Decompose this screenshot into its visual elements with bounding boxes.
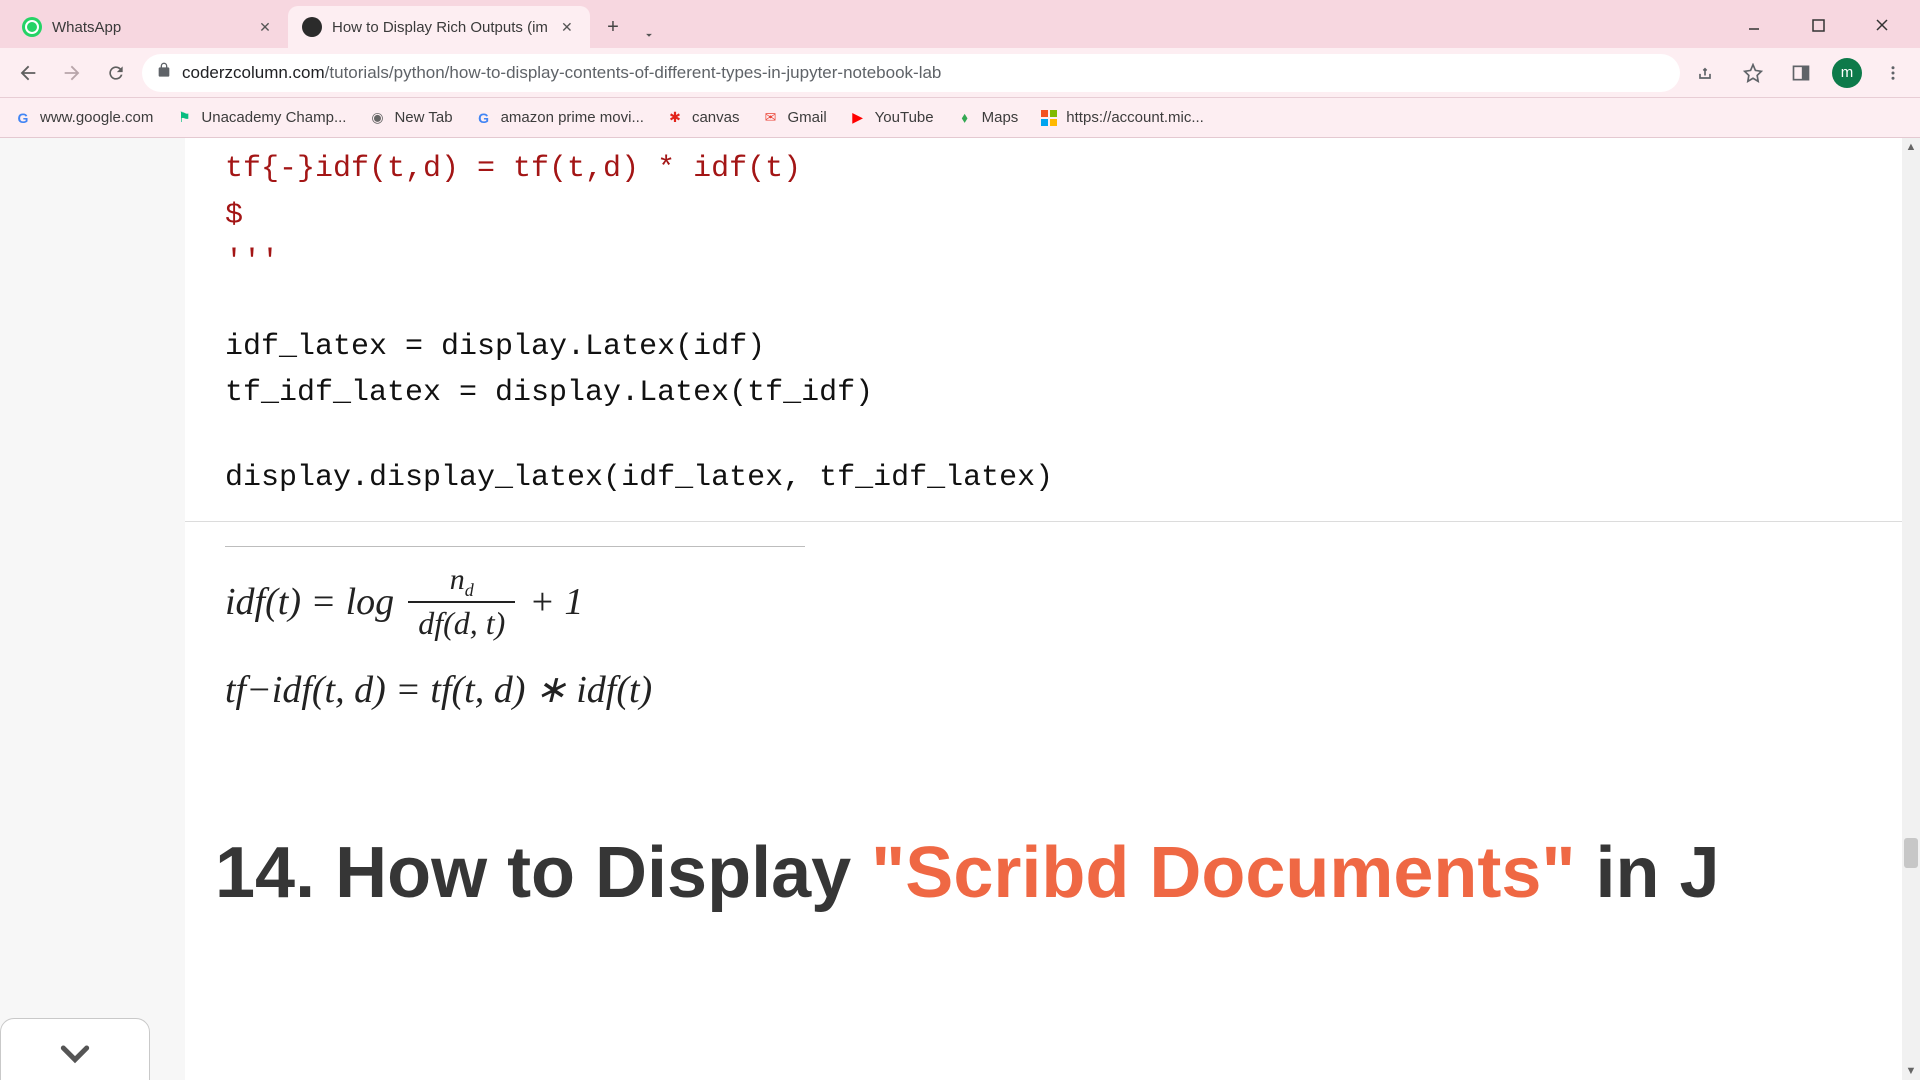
fraction: nd df(d, t) <box>408 565 515 639</box>
code-line: tf{-}idf(t,d) = tf(t,d) * idf(t) <box>225 146 1880 193</box>
star-icon <box>1743 63 1763 83</box>
scroll-up-arrow[interactable]: ▲ <box>1902 138 1920 156</box>
code-line: tf_idf_latex = display.Latex(tf_idf) <box>225 370 1880 417</box>
bookmark-newtab[interactable]: ◉New Tab <box>368 109 452 127</box>
microsoft-icon <box>1040 109 1058 127</box>
latex-formula-tfidf: tf−idf(t, d) = tf(t, d) ∗ idf(t) <box>225 667 1880 712</box>
address-bar: coderzcolumn.com/tutorials/python/how-to… <box>0 48 1920 98</box>
bookmark-canvas[interactable]: ✱canvas <box>666 109 740 127</box>
article-content: tf{-}idf(t,d) = tf(t,d) * idf(t) $ ''' i… <box>185 138 1920 1080</box>
latex-formula-idf: idf(t) = log nd df(d, t) + 1 <box>225 565 1880 639</box>
maximize-button[interactable] <box>1798 10 1838 40</box>
maps-icon: ⬧ <box>956 109 974 127</box>
tab-title: How to Display Rich Outputs (im <box>332 19 548 36</box>
globe-icon: ◉ <box>368 109 386 127</box>
page-viewport: tf{-}idf(t,d) = tf(t,d) * idf(t) $ ''' i… <box>0 138 1920 1080</box>
bookmark-unacademy[interactable]: ⚑Unacademy Champ... <box>175 109 346 127</box>
flag-icon: ⚑ <box>175 109 193 127</box>
output-divider <box>225 546 805 547</box>
browser-tab-active[interactable]: How to Display Rich Outputs (im ✕ <box>288 6 590 48</box>
reload-icon <box>106 63 126 83</box>
chevron-down-icon <box>642 28 656 42</box>
close-icon[interactable]: ✕ <box>256 18 274 36</box>
google-icon: G <box>475 109 493 127</box>
code-line: $ <box>225 193 1880 240</box>
scroll-thumb[interactable] <box>1904 838 1918 868</box>
bookmarks-bar: Gwww.google.com ⚑Unacademy Champ... ◉New… <box>0 98 1920 138</box>
new-tab-button[interactable]: + <box>596 10 630 44</box>
url-text: coderzcolumn.com/tutorials/python/how-to… <box>182 63 941 83</box>
tab-title: WhatsApp <box>52 19 246 36</box>
window-close-button[interactable] <box>1862 10 1902 40</box>
browser-tab-whatsapp[interactable]: WhatsApp ✕ <box>8 6 288 48</box>
panel-icon <box>1791 63 1811 83</box>
minimize-button[interactable] <box>1734 10 1774 40</box>
arrow-left-icon <box>17 62 39 84</box>
bookmark-google[interactable]: Gwww.google.com <box>14 109 153 127</box>
window-titlebar: WhatsApp ✕ How to Display Rich Outputs (… <box>0 0 1920 48</box>
bookmark-amazon[interactable]: Gamazon prime movi... <box>475 109 644 127</box>
section-heading: 14. How to Display "Scribd Documents" in… <box>185 712 1920 914</box>
back-button[interactable] <box>10 55 46 91</box>
close-icon[interactable]: ✕ <box>558 18 576 36</box>
expand-widget[interactable] <box>0 1018 150 1080</box>
bookmark-gmail[interactable]: ✉Gmail <box>761 109 826 127</box>
vertical-scrollbar[interactable]: ▲ ▼ <box>1902 138 1920 1080</box>
code-line: display.display_latex(idf_latex, tf_idf_… <box>225 455 1880 502</box>
menu-button[interactable] <box>1876 56 1910 90</box>
share-button[interactable] <box>1688 56 1722 90</box>
code-cell: tf{-}idf(t,d) = tf(t,d) * idf(t) $ ''' i… <box>185 138 1920 522</box>
bookmark-youtube[interactable]: ▶YouTube <box>849 109 934 127</box>
youtube-icon: ▶ <box>849 109 867 127</box>
arrow-right-icon <box>61 62 83 84</box>
google-icon: G <box>14 109 32 127</box>
profile-avatar[interactable]: m <box>1832 58 1862 88</box>
code-line: ''' <box>225 239 1880 286</box>
gmail-icon: ✉ <box>761 109 779 127</box>
tab-search-button[interactable] <box>634 28 664 42</box>
whatsapp-icon <box>22 17 42 37</box>
code-line: idf_latex = display.Latex(idf) <box>225 324 1880 371</box>
bookmark-maps[interactable]: ⬧Maps <box>956 109 1019 127</box>
forward-button[interactable] <box>54 55 90 91</box>
kebab-icon <box>1884 64 1902 82</box>
share-icon <box>1695 63 1715 83</box>
scroll-down-arrow[interactable]: ▼ <box>1902 1062 1920 1080</box>
chevron-down-icon <box>55 1033 95 1073</box>
bookmark-microsoft[interactable]: https://account.mic... <box>1040 109 1204 127</box>
site-icon <box>302 17 322 37</box>
window-controls <box>1734 10 1912 48</box>
toolbar-right: m <box>1688 56 1910 90</box>
latex-output: idf(t) = log nd df(d, t) + 1 tf−idf(t, d… <box>185 565 1920 712</box>
reload-button[interactable] <box>98 55 134 91</box>
canvas-icon: ✱ <box>666 109 684 127</box>
side-panel-button[interactable] <box>1784 56 1818 90</box>
lock-icon <box>156 62 172 83</box>
bookmark-button[interactable] <box>1736 56 1770 90</box>
omnibox[interactable]: coderzcolumn.com/tutorials/python/how-to… <box>142 54 1680 92</box>
